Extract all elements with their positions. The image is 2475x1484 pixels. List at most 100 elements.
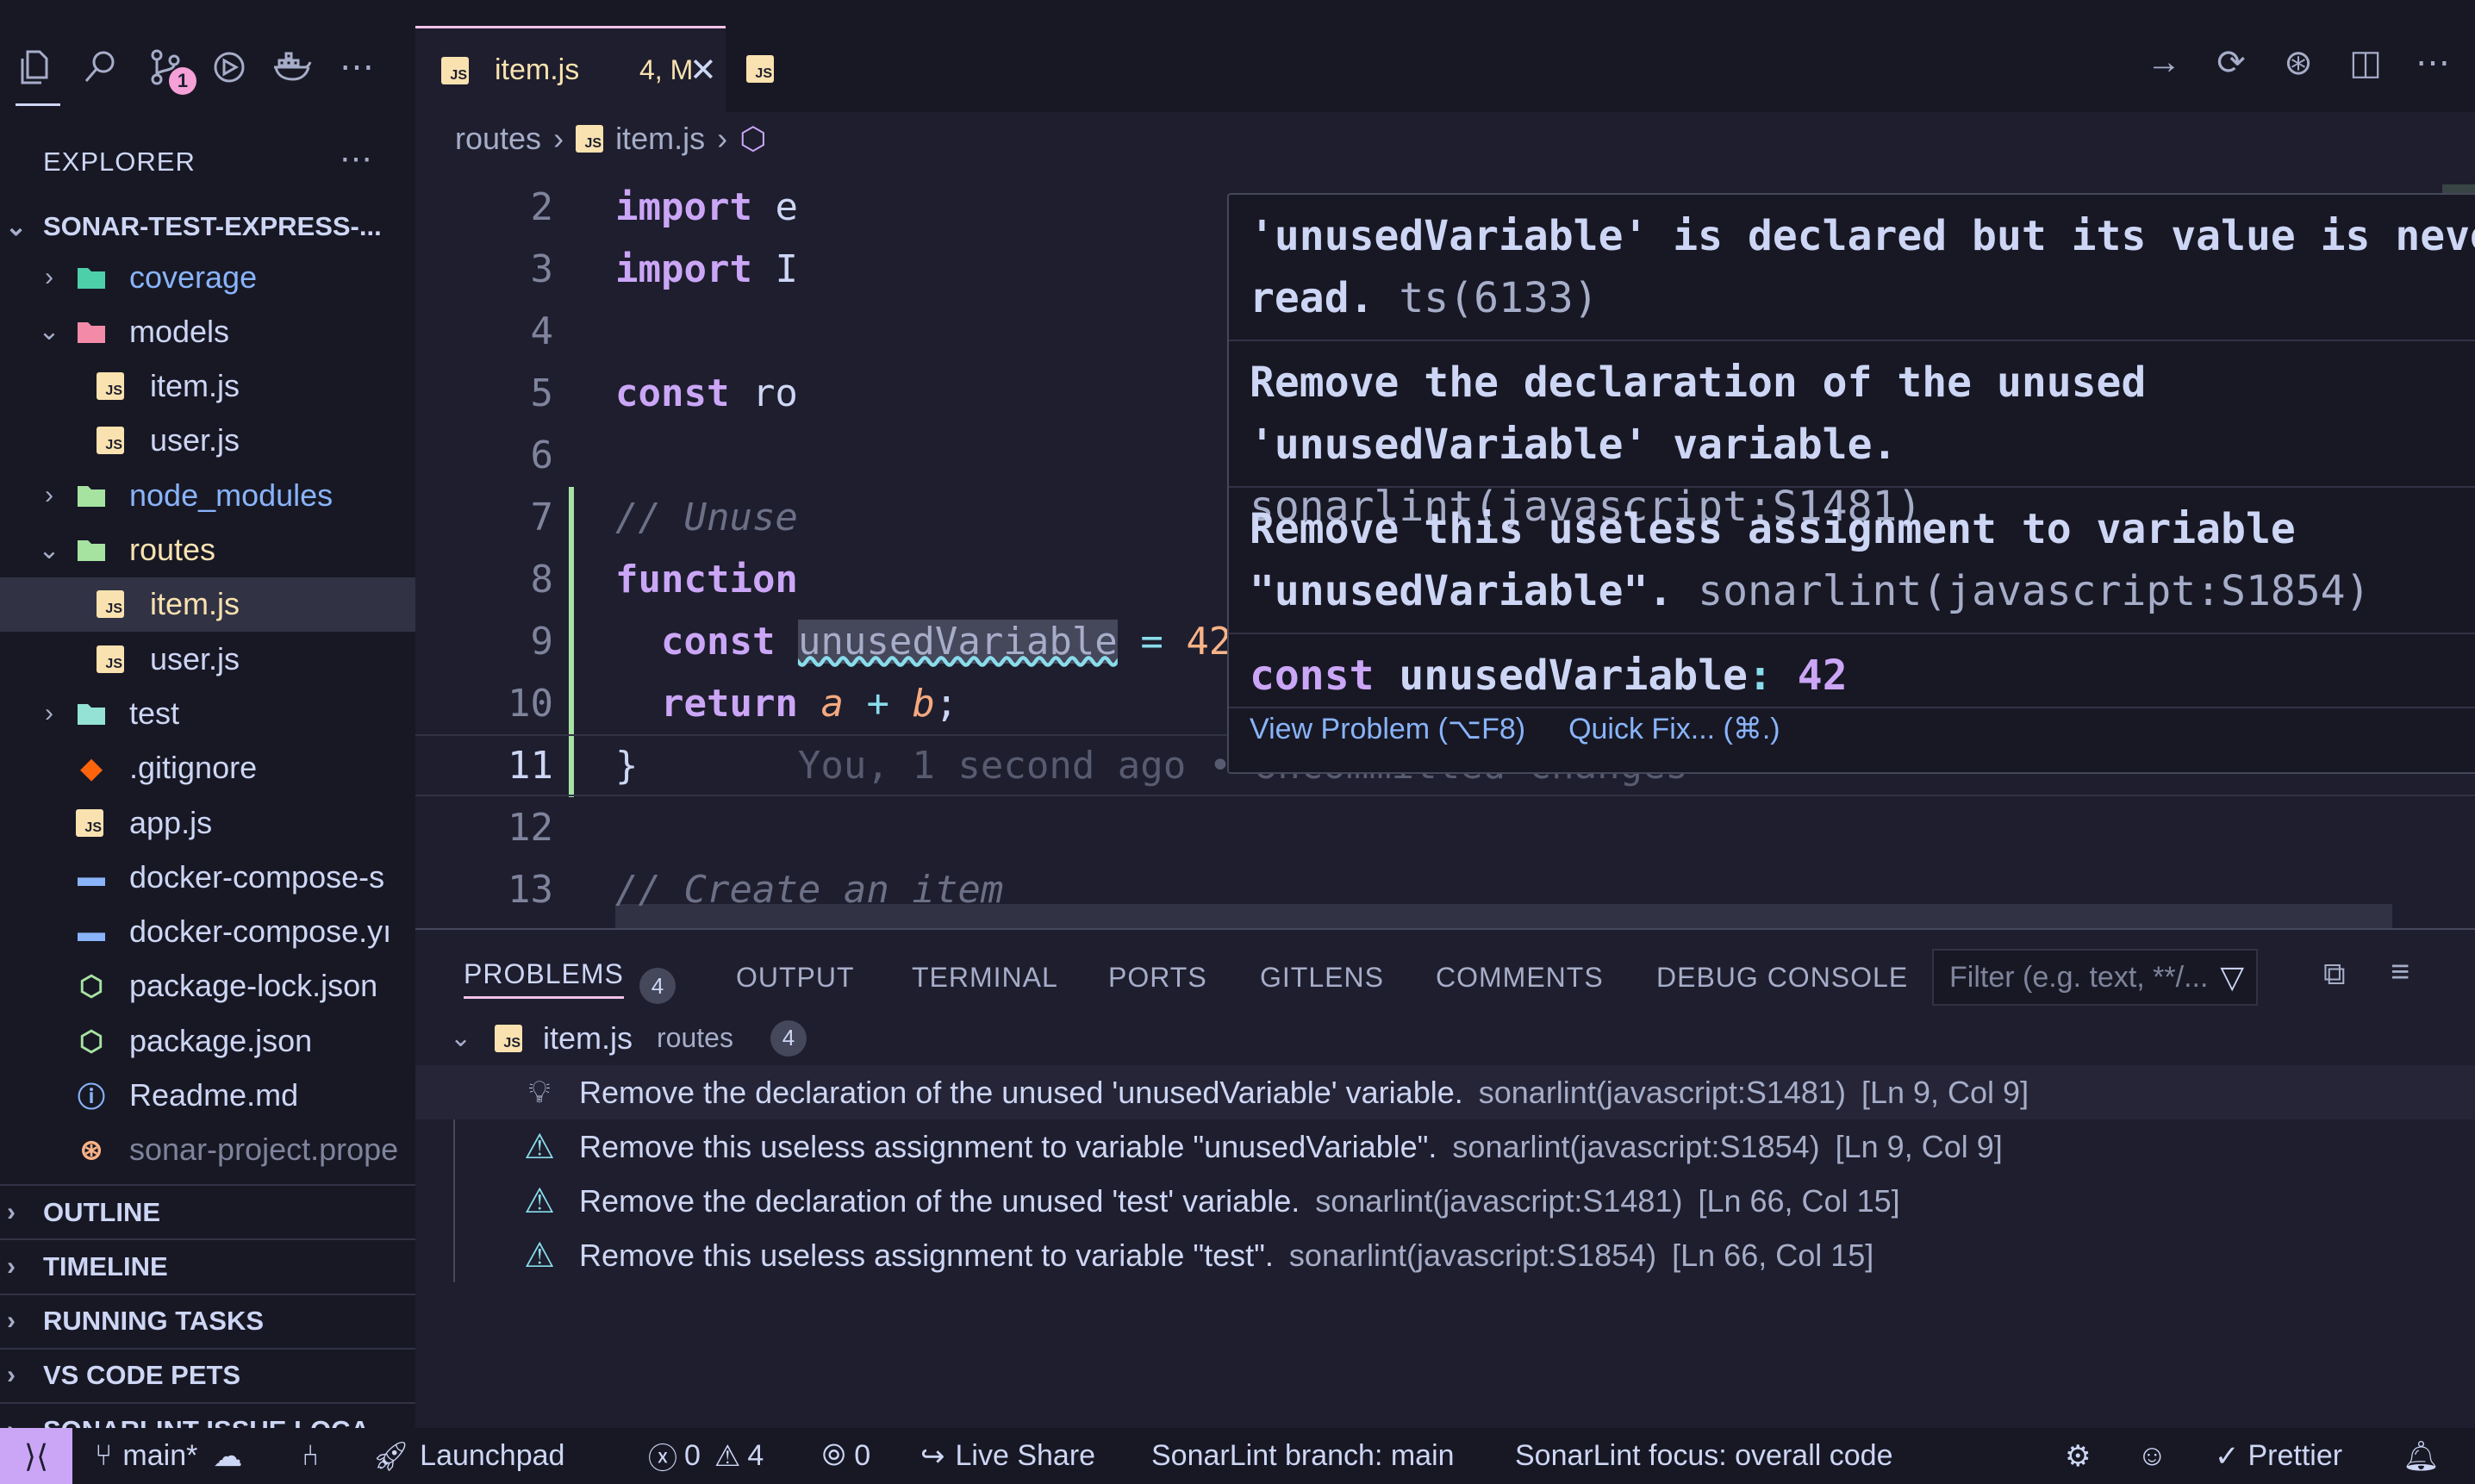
search-icon[interactable] (72, 40, 128, 95)
more-actions-icon[interactable]: ⋯ (2411, 43, 2454, 95)
tree-item[interactable]: JS user.js (0, 414, 415, 468)
branch-item[interactable]: ⑂ main* ☁ (95, 1428, 242, 1484)
problem-row[interactable]: ⚠ Remove this useless assignment to varia… (415, 1229, 2475, 1283)
problem-row[interactable]: ⚠ Remove the declaration of the unused 't… (415, 1175, 2475, 1229)
tree-item[interactable]: ▬ docker-compose-s (0, 850, 415, 904)
quick-fix-link[interactable]: Quick Fix... (⌘.) (1568, 712, 1780, 746)
code-token: e (751, 184, 798, 229)
panel-tab[interactable]: COMMENTS (1436, 956, 1604, 999)
line-number: 6 (530, 433, 554, 477)
breadcrumb-folder[interactable]: routes (455, 121, 541, 157)
prettier-item[interactable]: ✓ Prettier (2215, 1428, 2342, 1484)
sidebar-section[interactable]: › RUNNING TASKS (0, 1293, 415, 1348)
launchpad-item[interactable]: 🚀︎ Launchpad (372, 1428, 564, 1484)
sonarlint-focus[interactable]: SonarLint focus: overall code (1515, 1428, 1892, 1484)
panel-tab[interactable]: PORTS (1108, 956, 1207, 999)
panel-tab[interactable]: TERMINAL (912, 956, 1058, 999)
line-number: 2 (530, 184, 554, 229)
panel-tab[interactable]: GITLENS (1260, 956, 1384, 999)
problems-status[interactable]: ⓧ 0 ⚠ 4 (648, 1428, 764, 1484)
tree-item-label: package.json (129, 1022, 313, 1058)
tree-item[interactable]: JS item.js (0, 577, 415, 632)
filter-icon[interactable]: ▽ (2220, 959, 2244, 995)
panel-tab[interactable]: PROBLEMS (464, 956, 624, 999)
docker-icon[interactable] (264, 40, 319, 95)
go-forward-icon[interactable]: → (2142, 43, 2185, 95)
problem-row[interactable]: ⚠ Remove this useless assignment to varia… (415, 1119, 2475, 1174)
git-graph-icon[interactable]: ⑃ (302, 1428, 319, 1484)
tree-item[interactable]: ◆ .gitignore (0, 741, 415, 795)
tree-item[interactable]: JS app.js (0, 795, 415, 850)
code-token: // Unuse (615, 495, 798, 539)
line-code: // Create an item (615, 868, 1003, 912)
tree-item[interactable]: ⌄ routes (0, 523, 415, 577)
split-editor-icon[interactable]: ◫ (2344, 43, 2387, 95)
accounts-icon[interactable]: ☺ (2137, 1428, 2167, 1484)
code-token: ro (729, 371, 798, 415)
open-changes-icon[interactable]: ⟳ (2210, 43, 2253, 95)
close-icon[interactable]: ✕ (689, 51, 717, 90)
nodejs-icon: ⬡ (79, 1025, 103, 1057)
tree-item[interactable]: JS item.js (0, 359, 415, 414)
warning-icon: ⚠ (524, 1127, 555, 1166)
tree-item[interactable]: › coverage (0, 250, 415, 304)
symbol-icon: ⬡ (739, 121, 767, 156)
tree-item[interactable]: ⬡ package-lock.json (0, 959, 415, 1013)
hover-actions: View Problem (⌥F8) Quick Fix... (⌘.) (1250, 712, 1780, 746)
run-debug-icon[interactable] (202, 40, 257, 95)
tree-item[interactable]: › node_modules (0, 468, 415, 522)
chevron-right-icon: › (7, 1361, 16, 1390)
warning-icon: ⚠ (524, 1182, 555, 1221)
tree-item[interactable]: ⌄ models (0, 304, 415, 359)
notifications-bell-icon[interactable]: 🔔︎ (2403, 1428, 2440, 1484)
tab-item-js[interactable]: JS item.js 4, M ✕ (415, 26, 726, 112)
live-share-item[interactable]: ↪ Live Share (920, 1428, 1095, 1484)
line-code: import I (615, 247, 798, 291)
ports-count: 0 (854, 1439, 871, 1472)
explorer-more-icon[interactable]: ⋯ (340, 140, 372, 178)
problem-message: Remove the declaration of the unused 'un… (579, 1074, 1463, 1110)
gitlens-icon[interactable]: ⊛ (2277, 43, 2320, 95)
project-header[interactable]: ⌄ SONAR-TEST-EXPRESS-... (0, 207, 415, 246)
tree-item[interactable]: ⓘ Readme.md (0, 1069, 415, 1123)
tree-item[interactable]: ⬡ package.json (0, 1013, 415, 1068)
tab-label: item.js (495, 53, 580, 86)
sync-cloud-icon[interactable]: ☁ (213, 1439, 242, 1474)
lightbulb-icon: 💡︎ (528, 1074, 551, 1109)
tree-item[interactable]: › test (0, 686, 415, 740)
sidebar-section[interactable]: › VS CODE PETS (0, 1347, 415, 1402)
tree-item[interactable]: JS user.js (0, 632, 415, 686)
problems-file-row[interactable]: ⌄ JS item.js routes 4 (415, 1011, 2475, 1065)
explorer-title: EXPLORER (43, 147, 196, 177)
tree-item[interactable]: ▬ docker-compose.yı (0, 905, 415, 959)
view-problem-link[interactable]: View Problem (⌥F8) (1250, 712, 1525, 746)
explorer-icon[interactable] (9, 40, 64, 95)
sidebar-section[interactable]: › SONARLINT ISSUE LOCA... (0, 1402, 415, 1428)
sidebar-section[interactable]: › TIMELINE (0, 1238, 415, 1293)
tree-item-label: sonar-project.prope (129, 1132, 399, 1168)
sidebar-section[interactable]: › OUTLINE (0, 1184, 415, 1238)
problem-row[interactable]: 💡︎ Remove the declaration of the unused '… (415, 1065, 2475, 1119)
sonarlint-branch[interactable]: SonarLint branch: main (1151, 1428, 1455, 1484)
code-editor[interactable]: 2 import e 3 import I 4 5 const ro 6 7 // Unuse 8 f… (415, 165, 2475, 928)
panel-tab[interactable]: OUTPUT (736, 956, 855, 999)
copilot-icon[interactable]: ⚙ (2065, 1428, 2091, 1484)
more-icon[interactable]: ⋯ (329, 40, 384, 95)
source-control-icon[interactable]: 1 (138, 40, 196, 95)
tab-second[interactable]: JS (738, 26, 807, 112)
panel-tab[interactable]: DEBUG CONSOLE (1656, 956, 1908, 999)
chevron-right-icon: › (553, 121, 564, 156)
collapse-all-icon[interactable]: ⧉ (2323, 956, 2346, 993)
tree-item[interactable]: ⊛ sonar-project.prope (0, 1123, 415, 1177)
remote-indicator-icon[interactable]: ⟩⟨ (0, 1428, 72, 1484)
breadcrumb: routes › JS item.js › ⬡ (415, 112, 2475, 165)
chevron-right-icon: › (7, 1197, 16, 1226)
view-as-list-icon[interactable]: ≡ (2391, 954, 2410, 991)
code-token: 42 (1186, 619, 1232, 664)
chevron-down-icon: ⌄ (38, 535, 60, 564)
problems-filter-input[interactable]: Filter (e.g. text, **/... ▽ (1932, 949, 2258, 1006)
js-file-icon: JS (441, 56, 469, 84)
breadcrumb-file[interactable]: item.js (615, 121, 705, 157)
line-code: function (615, 558, 798, 602)
ports-status[interactable]: ⦾ 0 (822, 1428, 870, 1484)
